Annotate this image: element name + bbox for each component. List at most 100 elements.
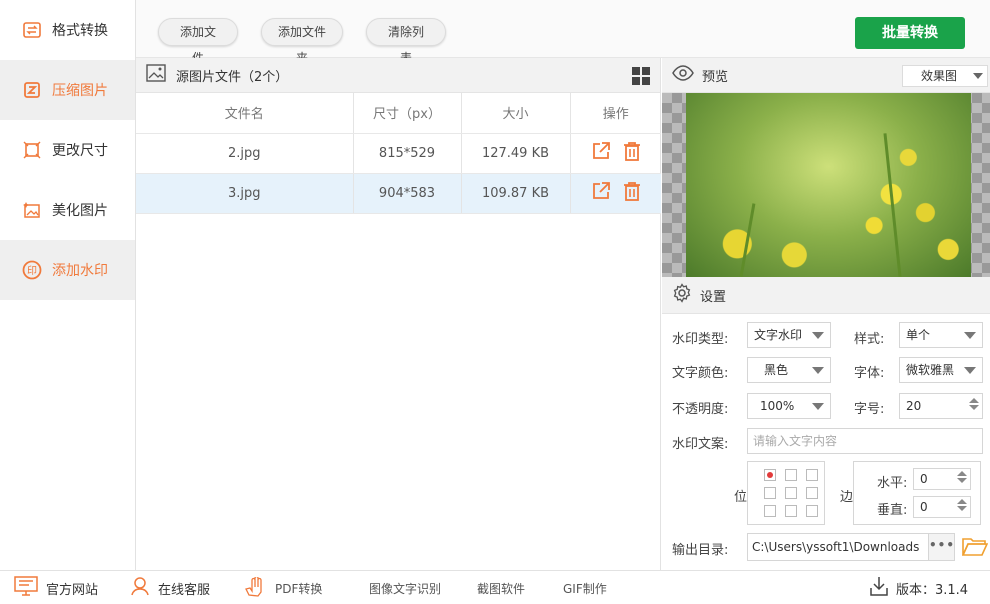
- clear-list-button[interactable]: 清除列表: [366, 18, 446, 65]
- file-size: 127.49 KB: [461, 133, 571, 174]
- pdf-link[interactable]: PDF转换: [245, 571, 322, 604]
- file-dimensions: 815*529: [353, 133, 462, 174]
- position-cell-bottom-center[interactable]: [785, 505, 797, 517]
- opacity-select[interactable]: 100%: [747, 393, 831, 419]
- font-label: 字体:: [854, 366, 885, 381]
- column-header: 尺寸（px）: [353, 93, 462, 134]
- style-label: 样式:: [854, 332, 885, 347]
- website-link[interactable]: 官方网站: [14, 571, 98, 604]
- chevron-down-icon: [812, 367, 824, 374]
- open-external-icon[interactable]: [591, 181, 611, 205]
- preview-mode-value: 效果图: [921, 69, 958, 83]
- folder-icon[interactable]: [961, 535, 989, 561]
- settings-header: 设置: [662, 277, 990, 314]
- position-picker: [747, 461, 825, 525]
- position-cell-top-right[interactable]: [806, 469, 818, 481]
- version-label: 版本：3.1.4: [896, 582, 969, 598]
- preview-image: [686, 93, 971, 277]
- watermark-text-label: 水印文案:: [672, 437, 729, 452]
- text-color-select[interactable]: 黑色: [747, 357, 831, 383]
- position-cell-bottom-left[interactable]: [764, 505, 776, 517]
- file-panel-header: 源图片文件（2个）: [136, 58, 660, 93]
- position-cell-middle-left[interactable]: [764, 487, 776, 499]
- position-cell-middle-right[interactable]: [806, 487, 818, 499]
- file-dimensions: 904*583: [353, 173, 462, 214]
- font-select[interactable]: 微软雅黑: [899, 357, 983, 383]
- text-color-label: 文字颜色:: [672, 366, 729, 381]
- chevron-down-icon: [973, 73, 983, 79]
- position-cell-top-center[interactable]: [785, 469, 797, 481]
- sidebar-item-label: 更改尺寸: [52, 143, 108, 159]
- vertical-label: 垂直:: [877, 503, 908, 518]
- table-row[interactable]: 3.jpg 904*583 109.87 KB: [136, 173, 661, 214]
- position-cell-center[interactable]: [785, 487, 797, 499]
- output-dir-label: 输出目录:: [672, 543, 729, 558]
- stepper-arrows-icon[interactable]: [957, 469, 967, 489]
- watermark-type-label: 水印类型:: [672, 332, 729, 347]
- opacity-label: 不透明度:: [672, 402, 729, 417]
- add-folder-button[interactable]: 添加文件夹: [261, 18, 343, 65]
- eye-icon: [672, 65, 694, 85]
- beautify-icon: [22, 200, 42, 220]
- horizontal-label: 水平:: [877, 476, 908, 491]
- position-cell-top-left[interactable]: [764, 469, 776, 481]
- sidebar-item-format-convert[interactable]: 格式转换: [0, 0, 135, 60]
- pdf-label: PDF转换: [275, 581, 323, 596]
- support-label: 在线客服: [158, 582, 211, 598]
- delete-icon[interactable]: [623, 181, 641, 205]
- sidebar-item-resize[interactable]: 更改尺寸: [0, 120, 135, 180]
- user-icon: [130, 576, 150, 600]
- style-value: 单个: [906, 328, 931, 342]
- horizontal-value: 0: [920, 472, 928, 486]
- sidebar-item-watermark[interactable]: 印 添加水印: [0, 240, 135, 300]
- watermark-type-select[interactable]: 文字水印: [747, 322, 831, 348]
- style-select[interactable]: 单个: [899, 322, 983, 348]
- website-label: 官方网站: [46, 582, 99, 598]
- support-link[interactable]: 在线客服: [130, 571, 210, 604]
- browse-button[interactable]: •••: [928, 534, 954, 560]
- font-size-label: 字号:: [854, 402, 885, 417]
- sidebar-item-label: 压缩图片: [52, 83, 108, 99]
- font-size-stepper[interactable]: 20: [899, 393, 983, 419]
- screenshot-link[interactable]: 截图软件: [477, 571, 525, 604]
- sidebar-item-beautify[interactable]: 美化图片: [0, 180, 135, 240]
- stepper-arrows-icon[interactable]: [957, 497, 967, 517]
- column-header: 文件名: [136, 93, 354, 134]
- margin-settings: 水平: 0 垂直: 0: [853, 461, 981, 525]
- vertical-value: 0: [920, 500, 928, 514]
- chevron-down-icon: [964, 367, 976, 374]
- hand-icon: [245, 575, 267, 600]
- stepper-arrows-icon[interactable]: [969, 396, 979, 416]
- gif-link[interactable]: GIF制作: [563, 571, 607, 604]
- output-dir-field[interactable]: C:\Users\yssoft1\Downloads •••: [747, 533, 955, 561]
- file-table: 文件名 尺寸（px） 大小 操作 2.jpg 815*529 127.49 KB: [136, 93, 661, 214]
- font-size-value: 20: [906, 399, 922, 413]
- settings-title: 设置: [700, 289, 727, 305]
- image-icon: [146, 64, 166, 86]
- grid-view-icon[interactable]: [632, 67, 650, 85]
- position-cell-bottom-right[interactable]: [806, 505, 818, 517]
- chevron-down-icon: [812, 403, 824, 410]
- sidebar: 格式转换 压缩图片 更改尺寸 美化图片 印 添加水印: [0, 0, 136, 570]
- bottom-bar: 官方网站 在线客服 PDF转换 图像文字识别 截图软件 GIF制作 版本：3.1…: [0, 570, 990, 604]
- version-info[interactable]: 版本：3.1.4: [870, 571, 968, 604]
- watermark-type-value: 文字水印: [754, 328, 803, 342]
- ocr-link[interactable]: 图像文字识别: [369, 571, 441, 604]
- text-color-value: 黑色: [764, 363, 789, 377]
- open-external-icon[interactable]: [591, 141, 611, 165]
- watermark-text-input[interactable]: 请输入文字内容: [747, 428, 983, 454]
- table-row[interactable]: 2.jpg 815*529 127.49 KB: [136, 133, 661, 174]
- batch-convert-button[interactable]: 批量转换: [855, 17, 965, 49]
- file-name: 2.jpg: [136, 133, 354, 174]
- preview-canvas: [662, 93, 990, 277]
- delete-icon[interactable]: [623, 141, 641, 165]
- vertical-stepper[interactable]: 0: [913, 496, 971, 518]
- chevron-down-icon: [964, 332, 976, 339]
- sidebar-item-compress[interactable]: 压缩图片: [0, 60, 135, 120]
- opacity-value: 100%: [760, 399, 795, 413]
- add-file-button[interactable]: 添加文件: [158, 18, 238, 65]
- column-header: 大小: [461, 93, 571, 134]
- horizontal-stepper[interactable]: 0: [913, 468, 971, 490]
- resize-icon: [22, 140, 42, 160]
- preview-mode-select[interactable]: 效果图: [902, 65, 988, 87]
